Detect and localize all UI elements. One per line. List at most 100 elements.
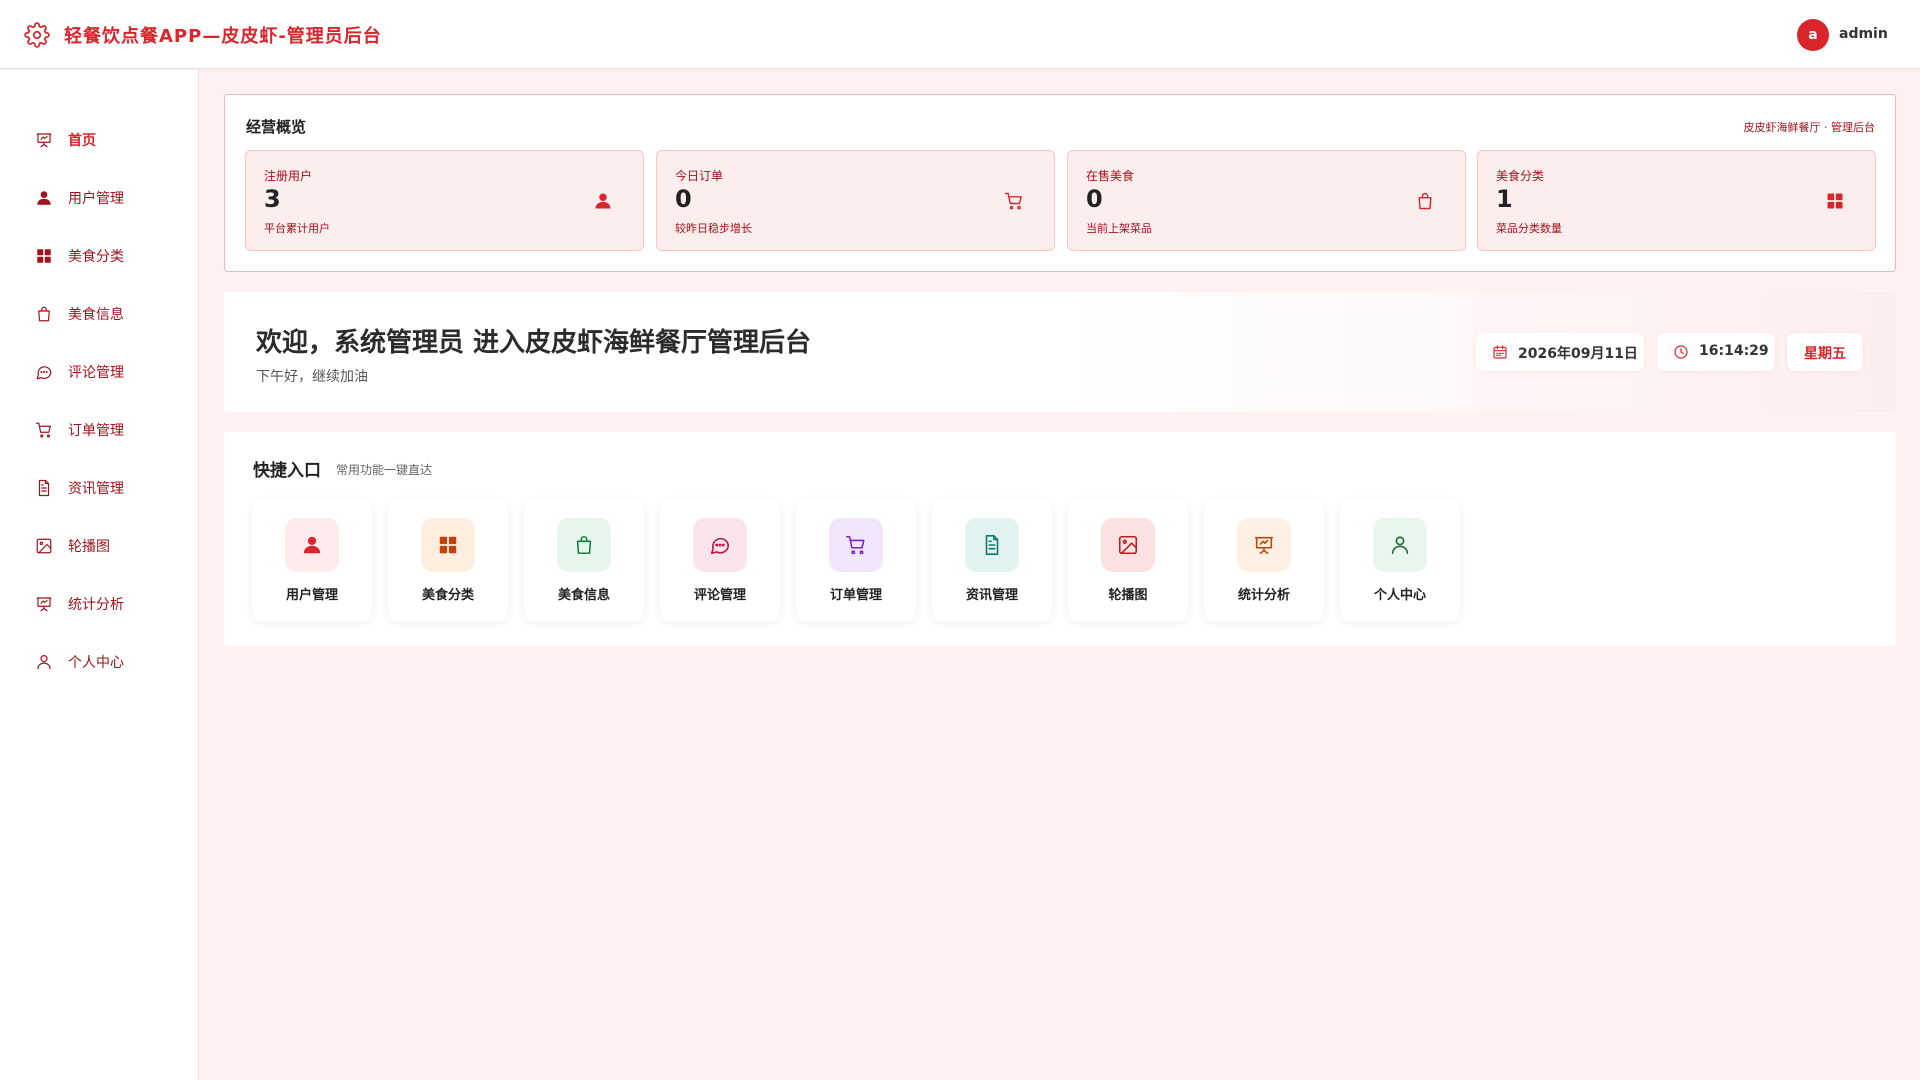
quick-entry-orders[interactable]: 订单管理 — [796, 498, 916, 622]
stat-card-categories[interactable]: 美食分类 1 菜品分类数量 — [1477, 150, 1876, 251]
sidebar-item-orders[interactable]: 订单管理 — [0, 406, 199, 452]
stat-desc: 当前上架菜品 — [1086, 222, 1152, 235]
stat-card-orders[interactable]: 今日订单 0 较昨日稳步增长 — [656, 150, 1055, 251]
tile-label: 评论管理 — [693, 588, 746, 603]
overview-subtitle: 皮皮虾海鲜餐厅 · 管理后台 — [1743, 121, 1876, 134]
stat-value: 0 — [675, 185, 692, 213]
quick-entry-statistics[interactable]: 统计分析 — [1204, 498, 1324, 622]
tile-icon-box — [1101, 518, 1155, 572]
sidebar: 首页 用户管理 美食分类 美食信息 评论管理 订单管理 资讯管理 轮播图 统计分… — [0, 70, 199, 1080]
date-pill: 2026年09月11日 — [1476, 333, 1644, 371]
top-header: 轻餐饮点餐APP—皮皮虾-管理员后台 a admin — [0, 0, 1920, 69]
stat-card-users[interactable]: 注册用户 3 平台累计用户 — [245, 150, 644, 251]
tile-label: 资讯管理 — [965, 588, 1018, 603]
quick-entry-food-category[interactable]: 美食分类 — [388, 498, 508, 622]
tile-icon-box — [557, 518, 611, 572]
tile-label: 统计分析 — [1237, 588, 1290, 603]
sidebar-item-label: 订单管理 — [68, 423, 124, 439]
stat-desc: 较昨日稳步增长 — [675, 222, 752, 235]
presentation-chart-icon — [35, 131, 53, 149]
document-icon — [35, 479, 53, 497]
business-overview-panel: 经营概览 皮皮虾海鲜餐厅 · 管理后台 注册用户 3 平台累计用户 今日订单 0… — [224, 94, 1896, 272]
weekday-pill: 星期五 — [1787, 333, 1863, 371]
quick-entry-subtitle: 常用功能一键直达 — [336, 463, 433, 477]
gear-icon[interactable] — [24, 22, 50, 48]
stat-label: 今日订单 — [675, 169, 724, 183]
sidebar-item-label: 统计分析 — [68, 597, 124, 613]
tile-icon-box — [693, 518, 747, 572]
sidebar-item-label: 首页 — [68, 133, 96, 149]
tile-label: 个人中心 — [1373, 588, 1426, 603]
sidebar-item-label: 用户管理 — [68, 191, 124, 207]
tile-label: 订单管理 — [829, 588, 882, 603]
app-title: 轻餐饮点餐APP—皮皮虾-管理员后台 — [64, 26, 382, 47]
quick-entry-comments[interactable]: 评论管理 — [660, 498, 780, 622]
stat-desc: 平台累计用户 — [264, 222, 330, 235]
sidebar-item-label: 美食信息 — [68, 307, 124, 323]
grid-icon — [1825, 191, 1845, 211]
cart-icon — [1004, 191, 1024, 211]
welcome-title: 欢迎，系统管理员 进入皮皮虾海鲜餐厅管理后台 — [256, 328, 812, 358]
quick-entry-title: 快捷入口 — [253, 461, 321, 481]
user-outline-icon — [35, 653, 53, 671]
avatar[interactable]: a — [1797, 19, 1829, 51]
quick-entry-profile[interactable]: 个人中心 — [1340, 498, 1460, 622]
stat-desc: 菜品分类数量 — [1496, 222, 1562, 235]
tile-label: 美食信息 — [557, 588, 610, 603]
image-icon — [35, 537, 53, 555]
sidebar-item-label: 个人中心 — [68, 655, 124, 671]
chat-bubble-icon — [35, 363, 53, 381]
tile-icon-box — [1237, 518, 1291, 572]
stat-label: 在售美食 — [1086, 169, 1135, 183]
username[interactable]: admin — [1839, 26, 1888, 42]
sidebar-item-food-info[interactable]: 美食信息 — [0, 290, 199, 336]
quick-entry-news[interactable]: 资讯管理 — [932, 498, 1052, 622]
stat-card-food[interactable]: 在售美食 0 当前上架菜品 — [1067, 150, 1466, 251]
sidebar-item-users[interactable]: 用户管理 — [0, 174, 199, 220]
sidebar-item-food-category[interactable]: 美食分类 — [0, 232, 199, 278]
stat-value: 1 — [1496, 185, 1513, 213]
user-icon — [593, 191, 613, 211]
welcome-subtitle: 下午好，继续加油 — [256, 369, 368, 385]
sidebar-item-home[interactable]: 首页 — [0, 116, 199, 162]
quick-entry-food-info[interactable]: 美食信息 — [524, 498, 644, 622]
calendar-icon — [1492, 344, 1508, 360]
tile-icon-box — [965, 518, 1019, 572]
cart-icon — [35, 421, 53, 439]
clock-icon — [1673, 344, 1689, 360]
current-time: 16:14:29 — [1699, 343, 1769, 359]
shopping-bag-icon — [1415, 191, 1435, 211]
stat-value: 0 — [1086, 185, 1103, 213]
stat-label: 注册用户 — [264, 169, 313, 183]
tile-label: 轮播图 — [1108, 588, 1148, 603]
sidebar-item-carousel[interactable]: 轮播图 — [0, 522, 199, 568]
tile-icon-box — [421, 518, 475, 572]
sidebar-item-label: 美食分类 — [68, 249, 124, 265]
shopping-bag-icon — [35, 305, 53, 323]
time-pill: 16:14:29 — [1657, 333, 1775, 371]
sidebar-item-statistics[interactable]: 统计分析 — [0, 580, 199, 626]
tile-icon-box — [285, 518, 339, 572]
grid-icon — [35, 247, 53, 265]
quick-entry-users[interactable]: 用户管理 — [252, 498, 372, 622]
stat-label: 美食分类 — [1496, 169, 1545, 183]
user-icon — [35, 189, 53, 207]
quick-entry-panel: 快捷入口 常用功能一键直达 用户管理 美食分类 美食信息 评论管理 订单管理 资… — [224, 432, 1896, 646]
quick-entry-carousel[interactable]: 轮播图 — [1068, 498, 1188, 622]
sidebar-item-profile[interactable]: 个人中心 — [0, 638, 199, 684]
tile-icon-box — [1373, 518, 1427, 572]
sidebar-item-label: 资讯管理 — [68, 481, 124, 497]
stat-value: 3 — [264, 185, 281, 213]
sidebar-item-news[interactable]: 资讯管理 — [0, 464, 199, 510]
tile-icon-box — [829, 518, 883, 572]
overview-title: 经营概览 — [246, 118, 307, 136]
current-weekday: 星期五 — [1804, 346, 1846, 362]
sidebar-item-label: 评论管理 — [68, 365, 124, 381]
tile-label: 美食分类 — [421, 588, 474, 603]
sidebar-item-label: 轮播图 — [68, 539, 110, 555]
current-date: 2026年09月11日 — [1518, 346, 1638, 362]
presentation-chart-icon — [35, 595, 53, 613]
tile-label: 用户管理 — [285, 588, 338, 603]
sidebar-item-comments[interactable]: 评论管理 — [0, 348, 199, 394]
welcome-panel: 欢迎，系统管理员 进入皮皮虾海鲜餐厅管理后台 下午好，继续加油 2026年09月… — [224, 292, 1896, 412]
